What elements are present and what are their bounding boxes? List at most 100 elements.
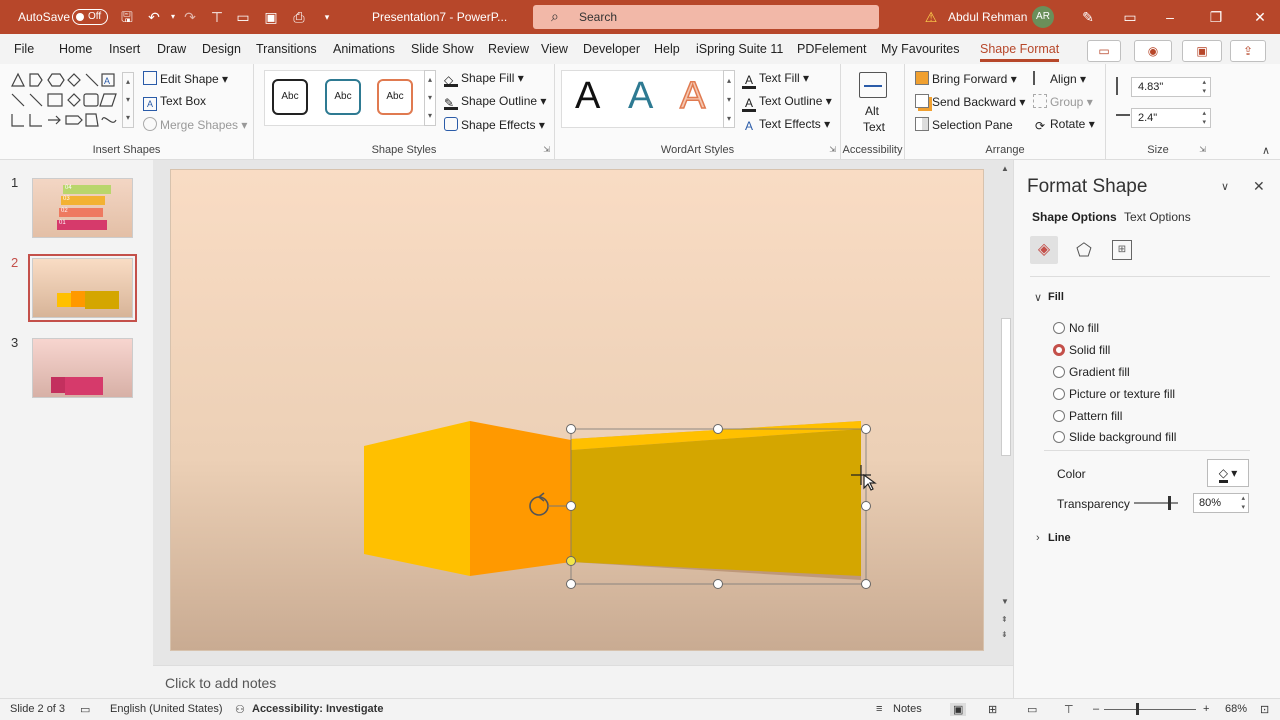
transparency-slider-thumb[interactable] <box>1168 496 1172 510</box>
pane-options-icon[interactable]: ∨ <box>1221 180 1229 193</box>
radio-solid-fill[interactable] <box>1053 344 1065 356</box>
style-swatch-3[interactable]: Abc <box>377 79 413 115</box>
edit-shape-button[interactable]: Edit Shape ▾ <box>143 71 228 86</box>
comments-button[interactable]: ▭ <box>1087 40 1121 62</box>
share-button[interactable]: ⇪ <box>1230 40 1266 62</box>
collapse-ribbon-icon[interactable]: ∧ <box>1262 144 1270 157</box>
zoom-in-icon[interactable]: + <box>1203 703 1209 715</box>
previous-slide-icon[interactable]: ⇞ <box>1001 615 1008 624</box>
yellow-panel-shape[interactable] <box>364 421 470 576</box>
picture-icon[interactable]: ▣ <box>262 8 280 26</box>
autosave-toggle[interactable]: Off <box>72 9 108 25</box>
zoom-out-icon[interactable]: – <box>1093 703 1099 715</box>
shape-effects-button[interactable]: Shape Effects ▾ <box>444 117 545 132</box>
notes-button[interactable]: Notes <box>893 703 922 715</box>
adjust-handle[interactable] <box>566 556 576 566</box>
transparency-spin-arrows[interactable]: ▴ ▾ <box>1241 494 1245 512</box>
tab-slide-show[interactable]: Slide Show <box>411 42 474 56</box>
shapes-gallery-scroll[interactable]: ▴ ▾ ▾ <box>122 72 134 128</box>
radio-pattern-fill[interactable] <box>1053 410 1065 422</box>
slideshow-icon[interactable]: ▭ <box>234 8 252 26</box>
undo-dropdown-icon[interactable]: ▾ <box>164 8 182 26</box>
next-slide-icon[interactable]: ⇟ <box>1001 630 1008 639</box>
tab-text-options[interactable]: Text Options <box>1124 210 1191 224</box>
tab-file[interactable]: File <box>14 42 34 56</box>
gold-panel-shape[interactable] <box>571 429 861 576</box>
slide-thumbnail-1[interactable]: 04 03 02 01 <box>32 178 133 238</box>
tab-my-favourites[interactable]: My Favourites <box>881 42 960 56</box>
slide-canvas[interactable] <box>170 169 984 651</box>
fill-heading[interactable]: Fill <box>1048 291 1064 303</box>
option-picture-fill[interactable]: Picture or texture fill <box>1053 387 1175 401</box>
shapes-gallery[interactable]: A <box>8 70 138 132</box>
notes-placeholder[interactable]: Click to add notes <box>165 675 276 691</box>
wordart-outline[interactable]: A <box>679 75 706 117</box>
scroll-down-icon[interactable]: ▼ <box>1001 597 1009 606</box>
avatar[interactable]: AR <box>1032 6 1054 28</box>
tab-developer[interactable]: Developer <box>583 42 640 56</box>
tab-review[interactable]: Review <box>488 42 529 56</box>
notes-icon[interactable]: ≡ <box>876 703 882 715</box>
text-effects-button[interactable]: A Text Effects ▾ <box>742 117 830 134</box>
warning-icon[interactable]: ⚠ <box>922 8 940 26</box>
shape-fill-button[interactable]: ◇ Shape Fill ▾ <box>444 71 524 87</box>
user-name[interactable]: Abdul Rehman <box>948 10 1027 24</box>
radio-gradient-fill[interactable] <box>1053 366 1065 378</box>
tab-insert[interactable]: Insert <box>109 42 140 56</box>
fill-line-icon[interactable]: ◈ <box>1030 236 1058 264</box>
shape-styles-scroll[interactable]: ▴ ▾ ▾ <box>424 70 436 126</box>
shape-height-input[interactable]: 4.83" ▴ ▾ <box>1131 77 1211 97</box>
present-icon[interactable]: ⊤ <box>208 8 226 26</box>
bring-forward-button[interactable]: Bring Forward ▾ <box>915 71 1017 86</box>
send-backward-button[interactable]: Send Backward ▾ <box>915 94 1025 109</box>
effects-pentagon-icon[interactable]: ⬠ <box>1072 238 1096 262</box>
redo-icon[interactable]: ↷ <box>181 8 199 26</box>
option-pattern-fill[interactable]: Pattern fill <box>1053 409 1122 423</box>
line-expand-icon[interactable]: › <box>1036 532 1040 544</box>
tab-view[interactable]: View <box>541 42 568 56</box>
radio-no-fill[interactable] <box>1053 322 1065 334</box>
alt-text-label-1[interactable]: Alt <box>865 104 879 118</box>
text-box-button[interactable]: A Text Box <box>143 94 206 111</box>
close-icon[interactable]: ✕ <box>1250 8 1270 26</box>
radio-slide-background-fill[interactable] <box>1053 431 1065 443</box>
normal-view-icon[interactable]: ▣ <box>950 703 967 716</box>
wordart-teal[interactable]: A <box>628 76 653 116</box>
radio-picture-fill[interactable] <box>1053 388 1065 400</box>
style-swatch-2[interactable]: Abc <box>325 79 361 115</box>
color-picker-button[interactable]: ◇ ▾ <box>1207 459 1249 487</box>
align-button[interactable]: Align ▾ <box>1033 71 1086 86</box>
orange-panel-shape[interactable] <box>470 421 571 576</box>
save-icon[interactable]: 🖫 <box>118 8 136 26</box>
tab-pdfelement[interactable]: PDFelement <box>797 42 866 56</box>
slideshow-view-icon[interactable]: ⊤ <box>1064 703 1074 716</box>
reading-view-icon[interactable]: ▭ <box>1027 703 1037 716</box>
alt-text-label-2[interactable]: Text <box>863 120 885 134</box>
tab-design[interactable]: Design <box>202 42 241 56</box>
shape-width-input[interactable]: 2.4" ▴ ▾ <box>1131 108 1211 128</box>
size-properties-icon[interactable]: ⊞ <box>1112 240 1132 260</box>
pen-icon[interactable]: ✎ <box>1078 8 1098 26</box>
line-heading[interactable]: Line <box>1048 532 1071 544</box>
style-swatch-1[interactable]: Abc <box>272 79 308 115</box>
accessibility-status[interactable]: Accessibility: Investigate <box>252 703 383 715</box>
tab-ispring[interactable]: iSpring Suite 11 <box>696 42 783 56</box>
slide-thumbnail-3[interactable] <box>32 338 133 398</box>
group-button[interactable]: Group ▾ <box>1033 94 1093 109</box>
height-spin-arrows[interactable]: ▴ ▾ <box>1202 78 1206 96</box>
search-box[interactable]: ⌕ Search <box>533 5 879 29</box>
ribbon-display-icon[interactable]: ▭ <box>1120 8 1140 26</box>
pane-close-icon[interactable]: ✕ <box>1253 178 1265 195</box>
option-no-fill[interactable]: No fill <box>1053 321 1099 335</box>
option-slide-background-fill[interactable]: Slide background fill <box>1053 430 1176 444</box>
zoom-slider[interactable] <box>1104 709 1196 710</box>
tab-home[interactable]: Home <box>59 42 92 56</box>
spelling-icon[interactable]: ▭ <box>80 703 90 716</box>
scroll-up-icon[interactable]: ▲ <box>1001 164 1009 173</box>
shape-outline-button[interactable]: ✎ Shape Outline ▾ <box>444 94 546 110</box>
present-teams-button[interactable]: ▣ <box>1182 40 1222 62</box>
language-status[interactable]: English (United States) <box>110 703 223 715</box>
option-solid-fill[interactable]: Solid fill <box>1053 343 1110 357</box>
merge-shapes-button[interactable]: Merge Shapes ▾ <box>143 117 247 132</box>
vertical-scrollbar[interactable]: ▲ ▼ ⇞ ⇟ <box>999 160 1013 640</box>
